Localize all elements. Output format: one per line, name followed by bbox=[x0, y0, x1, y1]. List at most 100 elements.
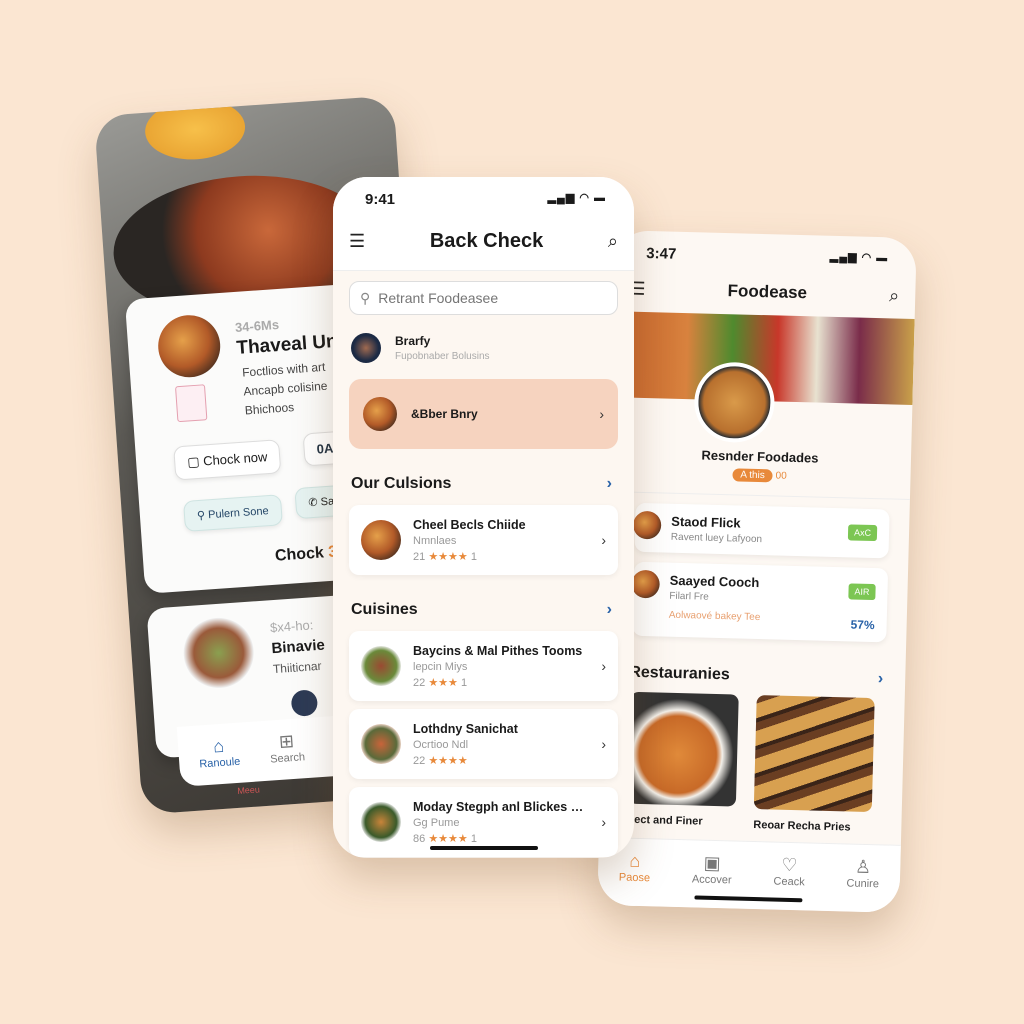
signal-wifi-battery-icon: ▂▄▆ ◠ ▬ bbox=[547, 192, 606, 204]
tab-search[interactable]: ⊞ Search bbox=[268, 730, 306, 768]
card-time: 34-6Ms bbox=[234, 316, 280, 335]
tab-profile[interactable]: ♙ Cunire bbox=[846, 856, 880, 912]
dish-thumb bbox=[361, 646, 401, 686]
dish-thumb bbox=[631, 569, 660, 599]
tab-label: Accover bbox=[691, 873, 732, 887]
list-item[interactable]: Baycins & Mal Pithes Tooms lepcin Miys 22 … bbox=[349, 631, 618, 701]
tile-name: Lect and Finer bbox=[627, 813, 703, 828]
review-count: 22 bbox=[413, 676, 426, 689]
restaurant-tile[interactable]: Reoar Recha Pries bbox=[753, 695, 875, 834]
section-title: Restauranies bbox=[629, 663, 731, 684]
card-extra: Aolwaové bakey Tee bbox=[668, 609, 761, 624]
avatar bbox=[290, 689, 319, 717]
home-icon: ⌂ bbox=[212, 735, 225, 757]
app-title: Back Check bbox=[429, 229, 544, 252]
search-input[interactable] bbox=[378, 290, 607, 306]
item-sub: Ocrtioo Ndl bbox=[413, 738, 469, 751]
star-rating: ★★★★ bbox=[428, 832, 468, 845]
card-sub: Ravent luey Lafyoon bbox=[670, 531, 763, 546]
heart-icon: ♡ bbox=[781, 854, 798, 876]
tile-name: Reoar Recha Pries bbox=[753, 818, 851, 834]
grilled-dish-image bbox=[753, 695, 875, 813]
card-title: Binavie bbox=[270, 636, 326, 658]
profile-row[interactable]: Brarfy Fupobnaber Bolusins bbox=[333, 325, 634, 371]
chevron-right-icon[interactable]: › bbox=[607, 601, 612, 619]
dish-thumb bbox=[632, 510, 662, 540]
search-grid-icon: ⊞ bbox=[278, 730, 295, 752]
hero-dish-image bbox=[693, 361, 776, 444]
tab-label: Ranoule bbox=[199, 755, 241, 771]
hero-count: 00 bbox=[775, 470, 787, 482]
hero-banner bbox=[610, 311, 915, 444]
hero-name: Resnder Foodades bbox=[701, 447, 819, 466]
lemon-image bbox=[143, 95, 248, 163]
list-item[interactable]: Cheel Becls Chiide Nmnlaes 21 ★★★★ 1 › bbox=[349, 505, 618, 575]
card-title: Staod Flick bbox=[671, 513, 741, 531]
review-count: 21 bbox=[413, 550, 426, 563]
profile-sub: Fupobnaber Bolusins bbox=[395, 351, 490, 362]
card-sub: Filarl Fre bbox=[669, 590, 709, 603]
tab-label: Search bbox=[269, 751, 306, 766]
search-icon[interactable]: ⌕ bbox=[608, 231, 618, 252]
status-badge: AxC bbox=[847, 524, 878, 542]
section-title: Our Culsions bbox=[351, 475, 452, 492]
rice-dish-image bbox=[627, 691, 739, 807]
chevron-right-icon: › bbox=[601, 658, 606, 674]
card-sub: Thiiticnar bbox=[272, 658, 323, 677]
signal-wifi-battery-icon: ▂▄▆ ◠ ▬ bbox=[829, 250, 889, 265]
chevron-right-icon: › bbox=[601, 814, 606, 830]
dish-thumb bbox=[363, 397, 397, 431]
chevron-right-icon: › bbox=[599, 406, 604, 422]
status-time: 9:41 bbox=[365, 191, 396, 208]
dish-thumb bbox=[361, 802, 401, 842]
chevron-right-icon: › bbox=[601, 532, 606, 548]
tab-label: Paose bbox=[618, 871, 651, 885]
featured-title: &Bber Bnry bbox=[411, 407, 478, 421]
menu-icon[interactable]: ☰ bbox=[349, 231, 365, 252]
chevron-right-icon[interactable]: › bbox=[878, 670, 884, 688]
review-count: 86 bbox=[413, 832, 426, 845]
card-time: $x4-ho: bbox=[269, 617, 314, 636]
under-label: Meeu bbox=[237, 784, 261, 796]
section-title: Cuisines bbox=[351, 601, 418, 618]
dish-thumb bbox=[361, 520, 401, 560]
dish-image bbox=[181, 615, 257, 691]
percent-value: 57% bbox=[850, 617, 875, 633]
review-count: 22 bbox=[413, 754, 426, 767]
rating-suffix: 1 bbox=[460, 676, 468, 689]
star-rating: ★★★★ bbox=[428, 754, 468, 767]
featured-card[interactable]: &Bber Bnry › bbox=[349, 379, 618, 449]
tab-label: Cunire bbox=[846, 877, 880, 891]
home-icon: ⌂ bbox=[629, 850, 641, 872]
button-label: Pulern Sone bbox=[207, 505, 270, 522]
item-sub: Gg Pume bbox=[413, 816, 460, 829]
profile-name: Brarfy bbox=[395, 334, 431, 348]
chevron-right-icon[interactable]: › bbox=[607, 475, 612, 493]
rating-suffix: 1 bbox=[470, 832, 477, 845]
chevron-right-icon: › bbox=[601, 736, 606, 752]
card-title: Thaveal Uni bbox=[235, 330, 344, 359]
pattern-button[interactable]: ⚲ Pulern Sone bbox=[183, 494, 283, 532]
right-phone: 3:47 ▂▄▆ ◠ ▬ ☰ Foodease ⌕ Resnder Foodades … bbox=[597, 230, 917, 913]
restaurant-tile[interactable]: Lect and Finer bbox=[627, 691, 739, 831]
tab-home[interactable]: ⌂ Paose bbox=[618, 850, 651, 906]
status-time: 3:47 bbox=[646, 244, 677, 263]
hero-tag: A this bbox=[732, 468, 773, 483]
app-title: Foodease bbox=[727, 281, 808, 303]
search-icon[interactable]: ⌕ bbox=[889, 285, 900, 306]
item-title: Cheel Becls Chiide bbox=[413, 517, 526, 532]
dish-image bbox=[156, 313, 223, 380]
tab-home[interactable]: ⌂ Ranoule bbox=[198, 735, 241, 774]
star-rating: ★★★★ bbox=[428, 550, 468, 563]
button-label: Chock now bbox=[202, 449, 268, 469]
check-now-button[interactable]: ▢ Chock now bbox=[173, 439, 282, 481]
avatar bbox=[351, 333, 381, 363]
list-card[interactable]: Staod Flick Ravent luey Lafyoon AxC bbox=[632, 502, 890, 559]
item-sub: Nmnlaes bbox=[413, 534, 457, 547]
list-card[interactable]: Saayed Cooch Filarl Fre Aolwaové bakey T… bbox=[631, 561, 889, 643]
cta-label: Chock bbox=[274, 544, 325, 565]
item-title: Moday Stegph anl Blickes Ron.. bbox=[413, 799, 590, 814]
list-item[interactable]: Lothdny Sanichat Ocrtioo Ndl 22 ★★★★ › bbox=[349, 709, 618, 779]
item-sub: lepcin Miys bbox=[413, 660, 468, 673]
search-bar[interactable]: ⚲ bbox=[349, 281, 618, 315]
